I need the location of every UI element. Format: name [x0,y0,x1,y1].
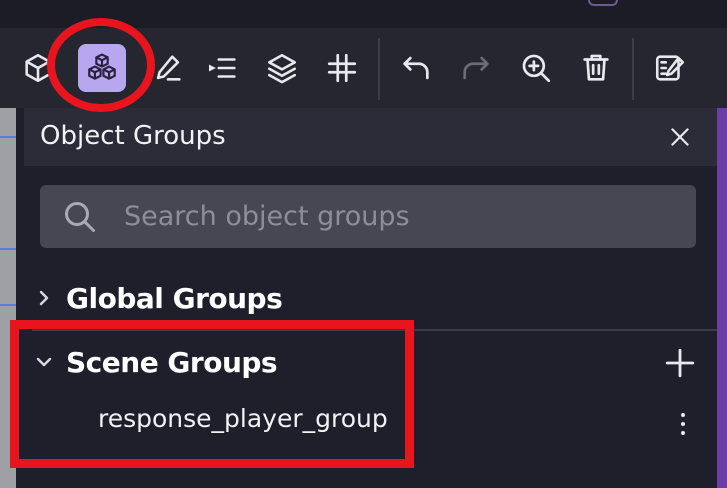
top-tab-edge [588,0,618,6]
toolbar-separator [632,38,634,100]
scene-toolbar [0,28,727,108]
scene-properties-button[interactable] [642,40,698,96]
chevron-down-icon [36,357,52,367]
canvas-gridline [0,248,16,250]
add-group-icon[interactable] [663,346,697,380]
undo-button[interactable] [388,40,444,96]
divider [32,329,717,331]
redo-icon [463,56,489,80]
group-label: Global Groups [66,281,283,315]
cube-tool-button[interactable] [10,40,66,96]
layers-icon [267,53,297,84]
grid-tool-button[interactable] [314,40,370,96]
list-tool-button[interactable] [195,40,251,96]
scene-properties-icon [655,55,685,81]
list-icon [208,58,236,78]
trash-icon [583,54,609,81]
chevron-right-icon [39,290,49,306]
close-icon[interactable] [667,124,693,150]
grid-icon [327,53,357,83]
search-icon [65,202,95,232]
panel-header: Object Groups [24,108,717,166]
group-label: Scene Groups [66,345,278,379]
list-item[interactable]: response_player_group [98,404,388,433]
canvas-gridline [0,304,16,306]
object-groups-panel: Object Groups Global Groups Scene Groups… [16,108,717,488]
layers-tool-button[interactable] [254,40,310,96]
global-groups-header[interactable]: Global Groups [32,268,283,328]
undo-icon [403,56,429,80]
cube-icon [25,53,51,83]
top-bar [0,0,727,28]
search-box [40,185,696,248]
panel-title: Object Groups [40,121,226,151]
object-groups-icon [88,53,116,80]
toolbar-separator [378,38,380,100]
edit-tool-button[interactable] [140,40,196,96]
search-input[interactable] [124,185,684,248]
delete-button[interactable] [568,40,624,96]
edit-icon [156,55,181,81]
zoom-button[interactable] [508,40,564,96]
scene-groups-header[interactable]: Scene Groups [32,332,278,392]
zoom-icon [522,54,551,83]
canvas-edge [0,108,16,488]
more-options-icon[interactable] [679,412,687,436]
right-edge [717,108,727,488]
canvas-gridline [0,136,16,138]
object-groups-button[interactable] [74,40,130,96]
redo-button[interactable] [448,40,504,96]
